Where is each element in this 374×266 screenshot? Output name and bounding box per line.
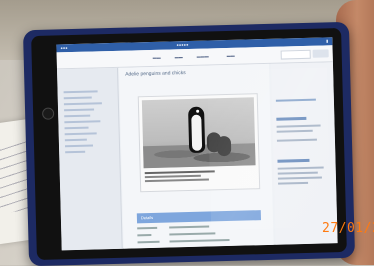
page-title: Adelie penguins and chicks <box>125 70 186 78</box>
photo-caption <box>144 168 253 183</box>
home-button[interactable] <box>42 107 55 120</box>
sidebar-item[interactable] <box>65 150 86 154</box>
panel-line <box>276 129 313 133</box>
camera-datestamp: 27/01/2 <box>322 221 374 236</box>
status-left-text: ●●● <box>60 45 68 51</box>
tablet-screen: ●●● ●●●●● ▮ ▬▬ ▬▬ ▬▬▬ ▬▬ Adelie penguins… <box>56 37 338 251</box>
sidebar-item[interactable] <box>64 138 87 142</box>
search-input[interactable] <box>280 49 311 60</box>
sidebar-item[interactable] <box>64 114 91 118</box>
nav-item-4[interactable]: ▬▬ <box>227 53 235 58</box>
sidebar-item[interactable] <box>64 120 101 124</box>
sidebar-item[interactable] <box>63 102 102 106</box>
panel-line <box>278 181 309 185</box>
sidebar-item[interactable] <box>63 96 92 100</box>
nav-item-1[interactable]: ▬▬ <box>153 55 161 60</box>
tablet-bezel: ●●● ●●●●● ▮ ▬▬ ▬▬ ▬▬▬ ▬▬ Adelie penguins… <box>31 27 347 261</box>
login-button[interactable] <box>312 49 329 58</box>
sidebar-item[interactable] <box>64 108 95 112</box>
penguin-eye <box>196 109 200 113</box>
sidebar-item[interactable] <box>64 126 89 130</box>
panel-link[interactable] <box>275 98 316 102</box>
panel-heading <box>276 116 307 121</box>
panel-heading <box>277 158 310 163</box>
panel-line <box>277 176 322 180</box>
sidebar-item[interactable] <box>64 132 97 136</box>
penguin-chick <box>216 135 232 157</box>
penguin-photo[interactable] <box>141 97 256 169</box>
panel-line <box>277 166 324 170</box>
tablet-case: ●●● ●●●●● ▮ ▬▬ ▬▬ ▬▬▬ ▬▬ Adelie penguins… <box>22 21 356 266</box>
nav-item-2[interactable]: ▬▬ <box>175 54 183 59</box>
panel-line <box>276 124 321 128</box>
details-header: Details <box>136 210 262 224</box>
photo-card <box>137 93 261 193</box>
sidebar-item[interactable] <box>64 144 94 148</box>
nav-item-3[interactable]: ▬▬▬ <box>197 53 209 58</box>
penguin-belly <box>191 114 203 151</box>
sidebar-item[interactable] <box>63 90 98 94</box>
main-content: Adelie penguins and chicks Details <box>118 63 274 249</box>
panel-line <box>277 171 318 175</box>
panel-line <box>276 138 317 142</box>
battery-icon: ▮ <box>326 38 329 44</box>
sidebar <box>57 67 123 251</box>
right-panel <box>270 62 338 245</box>
